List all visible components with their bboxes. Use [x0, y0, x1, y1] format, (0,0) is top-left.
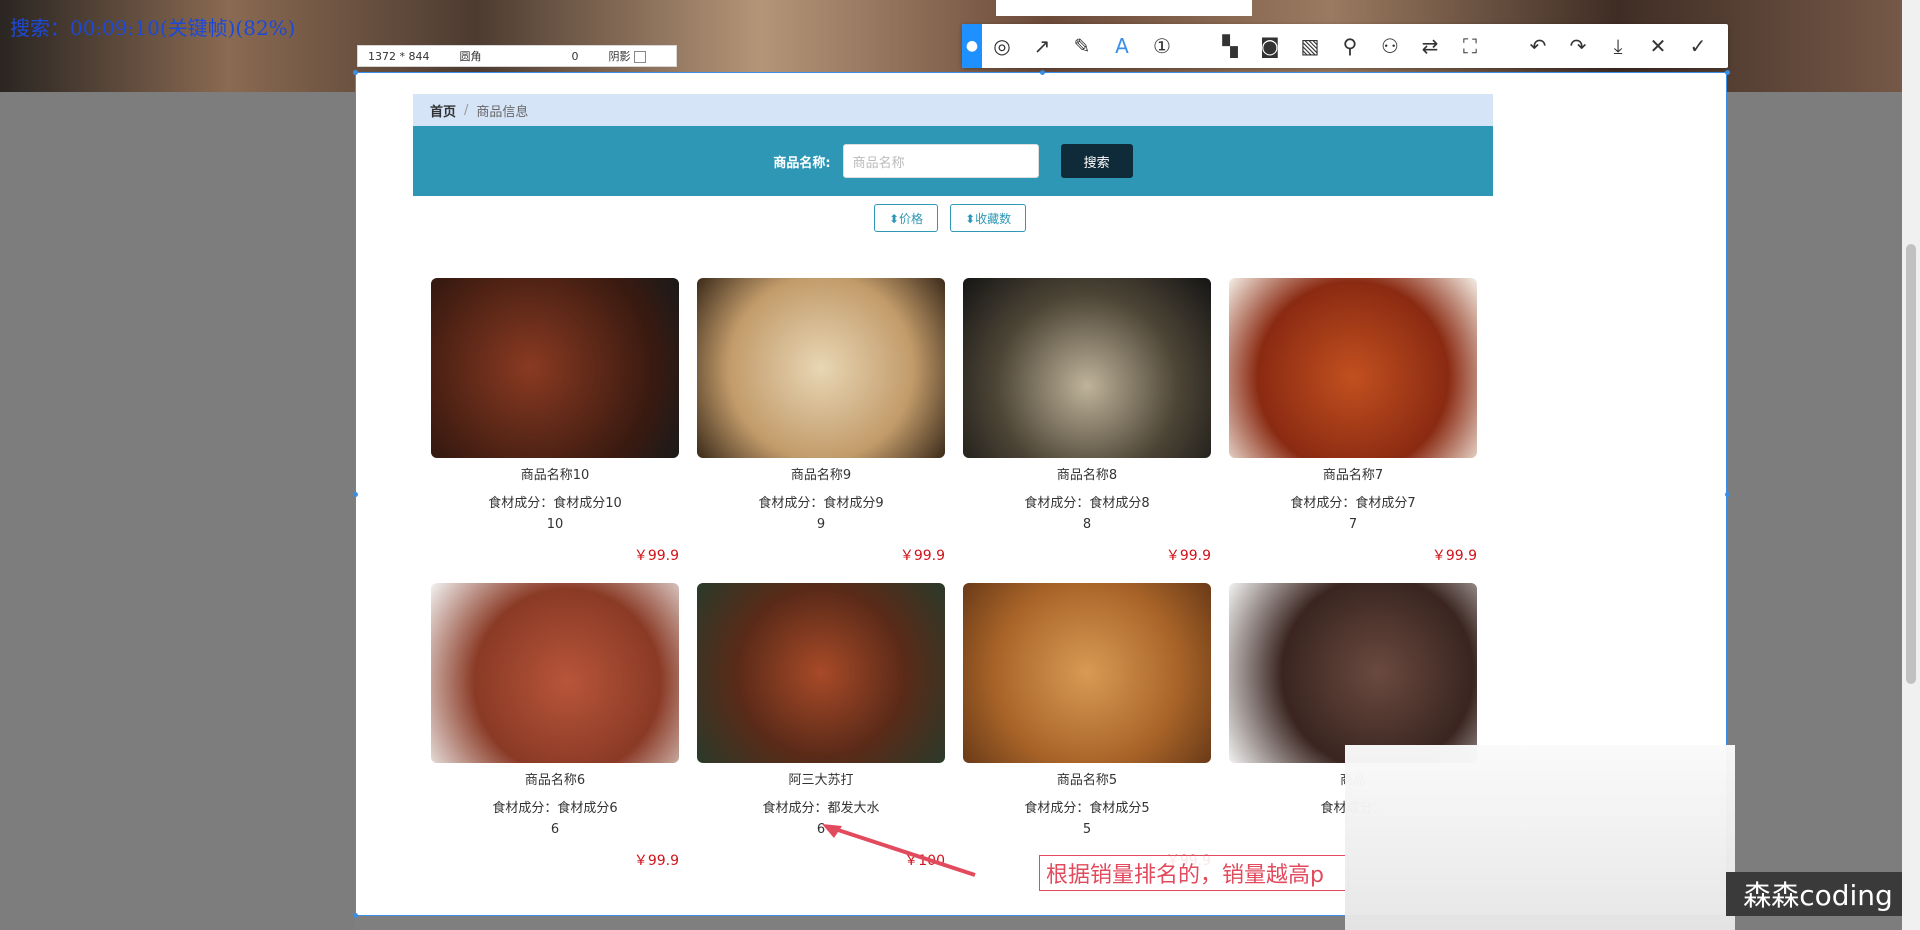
resize-handle[interactable] [1725, 70, 1730, 75]
search-input[interactable]: 商品名称 [842, 144, 1039, 178]
product-count: 9 [816, 517, 826, 532]
video-timestamp-label: 搜索：00:09:10(关键帧)(82%) [10, 16, 296, 40]
screenshot-toolbar: ● ◎ ↗ ✎ A ① ▚ ◙ ▧ ⚲ ⚇ ⇄ ⛶ ↶ ↷ ⤓ ✕ ✓ [962, 24, 1728, 68]
product-image[interactable] [1229, 583, 1477, 763]
product-count: 8 [1082, 517, 1092, 532]
breadcrumb-current: 商品信息 [476, 104, 529, 120]
product-card[interactable]: 商品名称5 食材成分：食材成分5 5 ￥99.9 [963, 583, 1211, 869]
capture-size: 1372 * 844 [368, 49, 430, 63]
radius-value[interactable]: 0 [571, 50, 578, 63]
translate-icon[interactable]: ⇄ [1410, 24, 1450, 68]
mosaic-icon[interactable]: ▚ [1210, 24, 1250, 68]
search-button[interactable]: 搜索 [1060, 144, 1133, 178]
search-bar: 商品名称: 商品名称 搜索 [413, 126, 1493, 196]
text-icon[interactable]: A [1102, 24, 1142, 68]
sort-favorites-button[interactable]: ⬍收藏数 [950, 204, 1027, 232]
breadcrumb-separator: / [464, 102, 469, 118]
resize-handle[interactable] [353, 70, 358, 75]
product-card[interactable]: 商品名称8 食材成分：食材成分8 8 ￥99.9 [963, 278, 1211, 564]
radius-label: 圆角 [459, 50, 482, 63]
confirm-icon[interactable]: ✓ [1678, 24, 1718, 68]
pin-icon[interactable]: ● [962, 24, 982, 68]
resize-handle[interactable] [1725, 492, 1730, 497]
breadcrumb: 首页 / 商品信息 [413, 94, 1493, 126]
pin-tool-icon[interactable]: ⚲ [1330, 24, 1370, 68]
search-label: 商品名称: [773, 155, 831, 171]
toolbar-top-tab [996, 0, 1252, 16]
watermark: 森森coding [1726, 872, 1910, 916]
product-image[interactable] [963, 583, 1211, 763]
scrollbar-thumb[interactable] [1906, 244, 1916, 684]
product-count: 6 [550, 822, 560, 837]
product-ingredients: 食材成分：都发大水 [762, 801, 880, 816]
annotation-arrow [822, 824, 976, 877]
product-price: ￥99.9 [1431, 548, 1477, 564]
product-image[interactable] [963, 278, 1211, 458]
product-count: 10 [546, 517, 564, 532]
redo-icon[interactable]: ↷ [1558, 24, 1598, 68]
product-name: 商品名称8 [1056, 468, 1118, 483]
product-ingredients: 食材成分：食材成分9 [758, 496, 884, 511]
blur-icon[interactable]: ◙ [1250, 24, 1290, 68]
product-ingredients: 食材成分：食材成分10 [488, 496, 622, 511]
product-card[interactable]: 商品名称10 食材成分：食材成分10 10 ￥99.9 [431, 278, 679, 564]
product-name: 商品名称9 [790, 468, 852, 483]
page-scrollbar[interactable] [1902, 0, 1920, 930]
sort-price-button[interactable]: ⬍价格 [874, 204, 939, 232]
sort-buttons: ⬍价格 ⬍收藏数 [874, 204, 1027, 232]
product-ingredients: 食材成分：食材成分7 [1290, 496, 1416, 511]
product-name: 商品名称6 [524, 773, 586, 788]
dim-overlay-left [0, 92, 355, 930]
resize-handle[interactable] [1040, 70, 1045, 75]
product-card[interactable]: 商品名称9 食材成分：食材成分9 9 ￥99.9 [697, 278, 945, 564]
pen-icon[interactable]: ✎ [1062, 24, 1102, 68]
close-icon[interactable]: ✕ [1638, 24, 1678, 68]
resize-handle[interactable] [353, 492, 358, 497]
product-image[interactable] [431, 278, 679, 458]
product-image[interactable] [431, 583, 679, 763]
annotation-text[interactable]: 根据销量排名的，销量越高p [1039, 855, 1349, 891]
product-count: 7 [1348, 517, 1358, 532]
product-card[interactable]: 商品名称6 食材成分：食材成分6 6 ￥99.9 [431, 583, 679, 869]
dim-overlay-right [1727, 92, 1902, 930]
arrow-icon[interactable]: ↗ [1022, 24, 1062, 68]
number-icon[interactable]: ① [1142, 24, 1182, 68]
download-icon[interactable]: ⤓ [1598, 24, 1638, 68]
blurred-popup [1345, 745, 1735, 930]
product-price: ￥99.9 [1165, 548, 1211, 564]
shadow-label: 阴影 [608, 48, 647, 64]
product-name: 商品名称7 [1322, 468, 1384, 483]
product-image[interactable] [697, 583, 945, 763]
product-image[interactable] [697, 278, 945, 458]
product-count: 5 [1082, 822, 1092, 837]
product-price: ￥99.9 [633, 853, 679, 869]
capture-info-bar: 1372 * 844 圆角 0 阴影 [357, 45, 677, 67]
ocr-icon[interactable]: ⚇ [1370, 24, 1410, 68]
product-image[interactable] [1229, 278, 1477, 458]
product-name: 商品名称10 [520, 468, 590, 483]
product-name: 阿三大苏打 [788, 773, 854, 788]
undo-icon[interactable]: ↶ [1518, 24, 1558, 68]
product-ingredients: 食材成分：食材成分8 [1024, 496, 1150, 511]
product-ingredients: 食材成分：食材成分6 [492, 801, 618, 816]
product-price: ￥99.9 [899, 548, 945, 564]
shape-icon[interactable]: ◎ [982, 24, 1022, 68]
product-name: 商品名称5 [1056, 773, 1118, 788]
shadow-checkbox[interactable] [634, 51, 647, 63]
product-ingredients: 食材成分：食材成分5 [1024, 801, 1150, 816]
resize-handle[interactable] [353, 913, 358, 918]
hatch-icon[interactable]: ▧ [1290, 24, 1330, 68]
scan-icon[interactable]: ⛶ [1450, 24, 1490, 68]
breadcrumb-home[interactable]: 首页 [430, 101, 456, 120]
product-card[interactable]: 商品名称7 食材成分：食材成分7 7 ￥99.9 [1229, 278, 1477, 564]
product-price: ￥99.9 [633, 548, 679, 564]
